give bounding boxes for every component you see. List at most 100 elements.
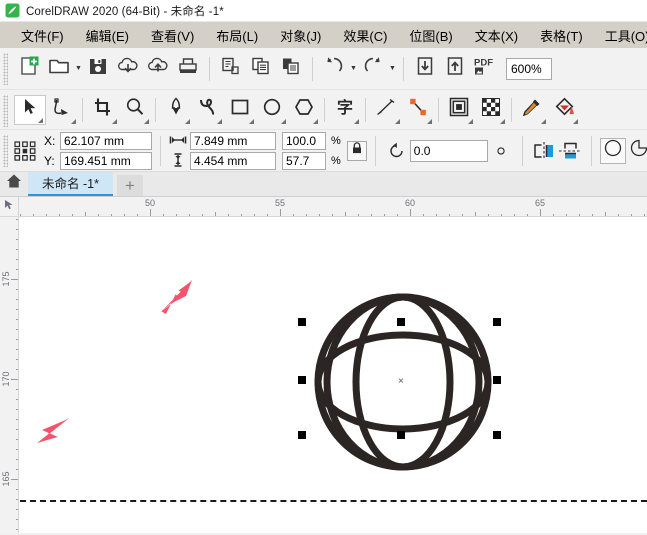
drawing-canvas[interactable]: ×	[20, 218, 647, 533]
ruler-minor-tick	[644, 214, 645, 216]
ruler-minor-tick	[16, 509, 18, 510]
mirror-horizontal-icon[interactable]	[531, 138, 557, 164]
selection-handle-e[interactable]	[493, 376, 501, 384]
ruler-origin-button[interactable]	[0, 197, 19, 217]
tool-flyout-indicator[interactable]	[185, 118, 190, 124]
publish-pdf-button[interactable]: PDF	[470, 54, 500, 84]
ruler-minor-tick	[16, 299, 18, 300]
width-input[interactable]: 7.849 mm	[190, 131, 276, 150]
menu-layout[interactable]: 布局(L)	[205, 24, 269, 47]
y-position-input[interactable]: 169.451 mm	[60, 151, 152, 170]
scale-x-input[interactable]: 100.0	[282, 131, 326, 150]
undo-dropdown-arrow[interactable]: ▼	[349, 54, 358, 84]
home-button[interactable]	[0, 171, 28, 196]
open-dropdown-arrow[interactable]: ▼	[74, 54, 83, 84]
ruler-major-tick	[11, 279, 18, 280]
undo-button[interactable]	[319, 54, 349, 84]
redo-button[interactable]	[358, 54, 388, 84]
tool-flyout-indicator[interactable]	[313, 118, 318, 124]
import-button[interactable]	[410, 54, 440, 84]
print-button[interactable]	[173, 54, 203, 84]
property-bar-grip[interactable]	[3, 135, 8, 167]
tool-flyout-indicator[interactable]	[281, 118, 286, 124]
tool-flyout-indicator[interactable]	[71, 118, 76, 124]
selection-handle-n[interactable]	[397, 318, 405, 326]
tool-connector[interactable]	[402, 95, 434, 125]
cloud-upload-button[interactable]	[143, 54, 173, 84]
tool-flyout-indicator[interactable]	[144, 118, 149, 124]
tool-flyout-indicator[interactable]	[38, 117, 43, 123]
menu-file[interactable]: 文件(F)	[10, 24, 75, 47]
tool-ellipse[interactable]	[256, 95, 288, 125]
zoom-level-input[interactable]: 600%	[506, 57, 552, 80]
tool-bspline[interactable]	[192, 95, 224, 125]
tool-transparency[interactable]	[475, 95, 507, 125]
menu-table[interactable]: 表格(T)	[529, 24, 594, 47]
tool-flyout-indicator[interactable]	[541, 118, 546, 124]
cloud-download-button[interactable]	[113, 54, 143, 84]
selection-handle-se[interactable]	[493, 431, 501, 439]
horizontal-ruler[interactable]: 5055606570	[19, 197, 647, 217]
document-tab[interactable]: 未命名 -1*	[28, 171, 113, 196]
object-origin-icon[interactable]	[12, 138, 38, 164]
tool-rectangle[interactable]	[224, 95, 256, 125]
menu-effects[interactable]: 效果(C)	[332, 24, 398, 47]
tool-flyout-indicator[interactable]	[395, 118, 400, 124]
add-tab-button[interactable]: +	[116, 175, 143, 196]
selection-handle-w[interactable]	[298, 376, 306, 384]
rotation-input[interactable]: 0.0	[409, 139, 488, 162]
open-button[interactable]	[44, 54, 74, 84]
rotation-group: 0.0	[384, 138, 514, 164]
tool-text[interactable]: 字	[329, 95, 361, 125]
pie-mode-button[interactable]	[626, 138, 647, 164]
vertical-ruler[interactable]: 175 170 165	[0, 217, 19, 533]
menu-object[interactable]: 对象(J)	[269, 24, 332, 47]
tool-polygon[interactable]	[288, 95, 320, 125]
tool-flyout-indicator[interactable]	[354, 118, 359, 124]
tool-crop[interactable]	[87, 95, 119, 125]
scale-y-input[interactable]: 57.7	[282, 151, 326, 170]
tool-flyout-indicator[interactable]	[427, 118, 432, 124]
tool-dimension[interactable]	[370, 95, 402, 125]
toolbox-grip[interactable]	[3, 95, 8, 127]
ruler-minor-tick	[397, 214, 398, 216]
copy-button[interactable]	[246, 54, 276, 84]
selection-handle-s[interactable]	[397, 431, 405, 439]
selection-handle-nw[interactable]	[298, 318, 306, 326]
mirror-group	[531, 138, 583, 164]
x-position-input[interactable]: 62.107 mm	[60, 131, 152, 150]
save-button[interactable]	[83, 54, 113, 84]
lock-ratio-button[interactable]	[346, 140, 367, 161]
toolbar-grip[interactable]	[3, 53, 8, 85]
paste-button[interactable]	[276, 54, 306, 84]
tool-flyout-indicator[interactable]	[249, 118, 254, 124]
toolbox-separator-3	[324, 97, 325, 122]
menu-tools[interactable]: 工具(O)	[594, 24, 647, 47]
new-button[interactable]	[14, 54, 44, 84]
tool-flyout-indicator[interactable]	[573, 118, 578, 124]
tool-flyout-indicator[interactable]	[217, 118, 222, 124]
selection-handle-ne[interactable]	[493, 318, 501, 326]
menu-edit[interactable]: 编辑(E)	[75, 24, 140, 47]
ellipse-mode-button[interactable]	[599, 137, 626, 164]
tool-shape[interactable]	[46, 95, 78, 125]
selection-handle-sw[interactable]	[298, 431, 306, 439]
ruler-minor-tick	[16, 309, 18, 310]
cut-button[interactable]	[216, 54, 246, 84]
redo-dropdown-arrow[interactable]: ▼	[388, 54, 397, 84]
tool-pick[interactable]	[14, 94, 46, 125]
menu-bitmap[interactable]: 位图(B)	[398, 24, 463, 47]
tool-fill[interactable]	[548, 95, 580, 125]
height-input[interactable]: 4.454 mm	[190, 151, 276, 170]
menu-text[interactable]: 文本(X)	[464, 24, 529, 47]
mirror-vertical-icon[interactable]	[557, 138, 583, 164]
tool-flyout-indicator[interactable]	[468, 118, 473, 124]
export-button[interactable]	[440, 54, 470, 84]
menu-view[interactable]: 查看(V)	[140, 24, 205, 47]
tool-flyout-indicator[interactable]	[500, 118, 505, 124]
tool-flyout-indicator[interactable]	[112, 118, 117, 124]
tool-eyedropper[interactable]	[516, 95, 548, 125]
tool-zoom[interactable]	[119, 95, 151, 125]
tool-pen[interactable]	[160, 95, 192, 125]
tool-shadow[interactable]	[443, 95, 475, 125]
